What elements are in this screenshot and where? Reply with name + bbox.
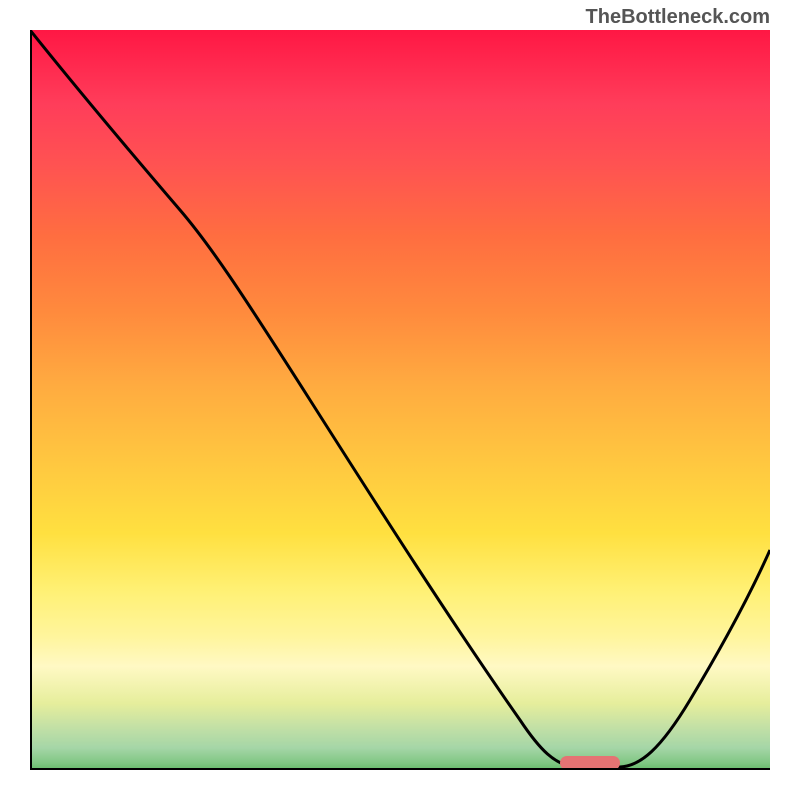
bottleneck-chart: TheBottleneck.com (0, 0, 800, 800)
watermark-text: TheBottleneck.com (586, 6, 770, 29)
optimal-marker (560, 756, 620, 770)
gradient-background (30, 30, 770, 770)
